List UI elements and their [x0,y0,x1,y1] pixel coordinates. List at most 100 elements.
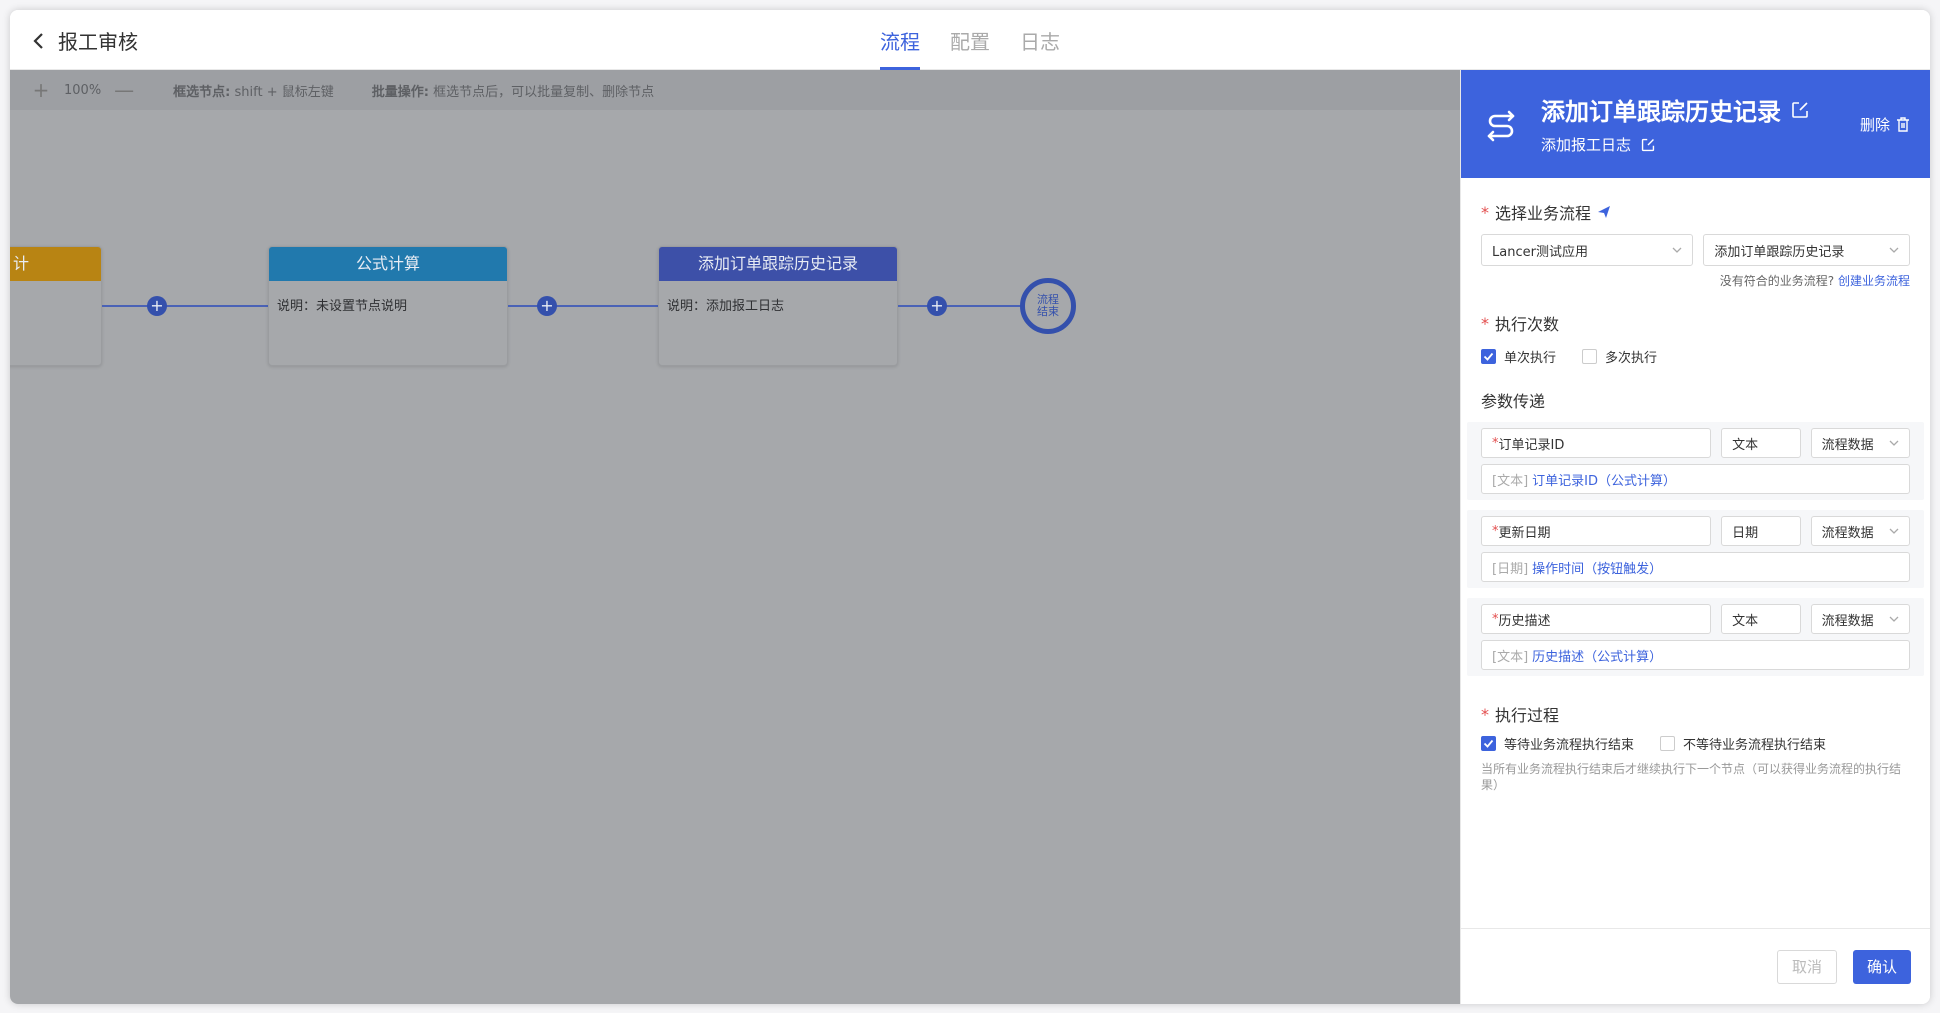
required-mark: * [1481,202,1489,222]
no-match-note: 没有符合的业务流程? 创建业务流程 [1481,272,1910,289]
param-source: 流程数据 [1821,613,1874,629]
flow-node-formula[interactable]: 公式计算 说明：未设置节点说明 [268,246,508,366]
param-item: * 更新日期 日期 流程数据 [日期] 操作时间（按钮触发） [1467,510,1924,588]
param-name-field[interactable]: * 历史描述 [1481,604,1712,634]
cancel-button[interactable]: 取消 [1776,949,1837,984]
tab-flow[interactable]: 流程 [880,10,920,70]
main-tabs: 流程 配置 日志 [880,10,1060,70]
node-desc: 录 [10,281,101,328]
batch-hint-label: 批量操作: [371,84,429,100]
confirm-button[interactable]: 确认 [1852,949,1911,984]
value-reference: 订单记录ID（公式计算） [1532,473,1677,489]
batch-hint: 批量操作: 框选节点后，可以批量复制、删除节点 [372,81,654,100]
exec-count-options: 单次执行 多次执行 [1481,347,1910,366]
param-type-field[interactable]: 日期 [1721,516,1801,546]
add-node-button[interactable]: + [537,296,557,316]
marquee-hint-text: shift + 鼠标左键 [234,84,334,100]
value-reference: 操作时间（按钮触发） [1532,561,1663,577]
app-window: 报工审核 流程 配置 日志 + 100% — 框选节点: shift + 鼠标左… [10,10,1930,1004]
params-section: 参数传递 [1481,388,1910,412]
delete-node-button[interactable]: 删除 [1860,114,1910,135]
tab-config[interactable]: 配置 [950,10,990,70]
checkbox-checked [1481,736,1496,751]
param-source-select[interactable]: 流程数据 [1810,428,1910,458]
param-source: 流程数据 [1821,437,1874,453]
zoom-out-button[interactable]: — [113,78,135,102]
panel-subtitle: 添加报工日志 [1541,134,1655,155]
value-type-tag: [日期] [1492,561,1529,577]
flow-canvas[interactable]: + 100% — 框选节点: shift + 鼠标左键 批量操作: 框选节点后，… [10,70,1460,1004]
panel-body: * 选择业务流程 Lancer测试应用 添加订单跟踪历史记录 没有符合的业务流程… [1461,200,1930,793]
business-flow-label: 选择业务流程 [1495,204,1592,223]
params-label: 参数传递 [1481,392,1546,411]
edge-3 [898,305,1022,307]
zoom-level: 100% [64,82,102,98]
exec-count-section: * 执行次数 [1481,311,1910,335]
edit-icon[interactable] [1791,101,1809,119]
flow-select-value: 添加订单跟踪历史记录 [1714,244,1845,260]
param-name-field[interactable]: * 订单记录ID [1481,428,1712,458]
back-button[interactable]: 报工审核 [30,26,138,55]
no-match-text: 没有符合的业务流程? [1719,274,1835,288]
param-source-select[interactable]: 流程数据 [1810,516,1910,546]
zoom-in-button[interactable]: + [30,78,52,102]
node-title: 计 [10,247,101,281]
checkbox-unchecked [1660,736,1676,751]
end-node-line2: 结束 [1037,305,1059,318]
chevron-down-icon [1672,247,1682,253]
chevron-down-icon [1889,247,1899,253]
edit-icon[interactable] [1641,138,1655,152]
wait-finish-checkbox[interactable]: 等待业务流程执行结束 [1481,734,1634,753]
multi-exec-checkbox[interactable]: 多次执行 [1582,347,1657,366]
required-mark: * [1481,313,1489,333]
canvas-toolbar: + 100% — 框选节点: shift + 鼠标左键 批量操作: 框选节点后，… [10,70,1460,110]
app-select[interactable]: Lancer测试应用 [1481,234,1694,266]
send-icon[interactable] [1597,205,1611,219]
add-node-button[interactable]: + [147,296,167,316]
exec-process-options: 等待业务流程执行结束 不等待业务流程执行结束 [1481,734,1910,753]
flow-end-node[interactable]: 流程 结束 [1020,278,1076,334]
panel-title-text: 添加订单跟踪历史记录 [1541,98,1781,126]
param-name-field[interactable]: * 更新日期 [1481,516,1712,546]
param-name: 订单记录ID [1498,437,1565,453]
value-type-tag: [文本] [1492,473,1529,489]
check-icon [1483,352,1494,361]
no-wait-label: 不等待业务流程执行结束 [1683,738,1827,753]
top-header: 报工审核 流程 配置 日志 [10,10,1930,70]
flow-node-add-history[interactable]: 添加订单跟踪历史记录 说明：添加报工日志 [658,246,898,366]
single-exec-checkbox[interactable]: 单次执行 [1481,347,1556,366]
tab-log[interactable]: 日志 [1020,10,1060,70]
param-type-field[interactable]: 文本 [1721,604,1801,634]
single-exec-label: 单次执行 [1504,351,1557,366]
flow-node-stat[interactable]: 计 录 [10,246,102,366]
param-value-field[interactable]: [文本] 历史描述（公式计算） [1481,640,1910,670]
wait-finish-label: 等待业务流程执行结束 [1504,738,1635,753]
param-value-field[interactable]: [日期] 操作时间（按钮触发） [1481,552,1910,582]
node-desc: 说明：添加报工日志 [667,299,785,314]
swap-icon [1487,110,1515,142]
add-node-button[interactable]: + [927,296,947,316]
create-flow-link[interactable]: 创建业务流程 [1838,274,1910,288]
page-title: 报工审核 [58,30,138,54]
exec-count-label: 执行次数 [1495,315,1560,334]
param-type-field[interactable]: 文本 [1721,428,1801,458]
no-wait-checkbox[interactable]: 不等待业务流程执行结束 [1660,734,1826,753]
param-source-select[interactable]: 流程数据 [1810,604,1910,634]
required-mark: * [1481,704,1489,724]
param-value-field[interactable]: [文本] 订单记录ID（公式计算） [1481,464,1910,494]
param-name: 更新日期 [1498,525,1551,541]
marquee-hint: 框选节点: shift + 鼠标左键 [173,81,334,100]
param-item: * 订单记录ID 文本 流程数据 [文本] 订单记录ID（公式计算） [1467,422,1924,500]
checkbox-unchecked [1582,349,1598,364]
checkbox-checked [1481,349,1496,364]
chevron-down-icon [1889,616,1899,622]
node-title: 公式计算 [269,247,507,281]
param-source: 流程数据 [1821,525,1874,541]
marquee-hint-label: 框选节点: [173,84,231,100]
panel-title: 添加订单跟踪历史记录 [1541,92,1809,127]
flow-select[interactable]: 添加订单跟踪历史记录 [1703,234,1910,266]
check-icon [1483,739,1494,748]
edge-2 [508,305,658,307]
trash-icon [1897,117,1909,132]
panel-subtitle-text: 添加报工日志 [1541,136,1632,154]
